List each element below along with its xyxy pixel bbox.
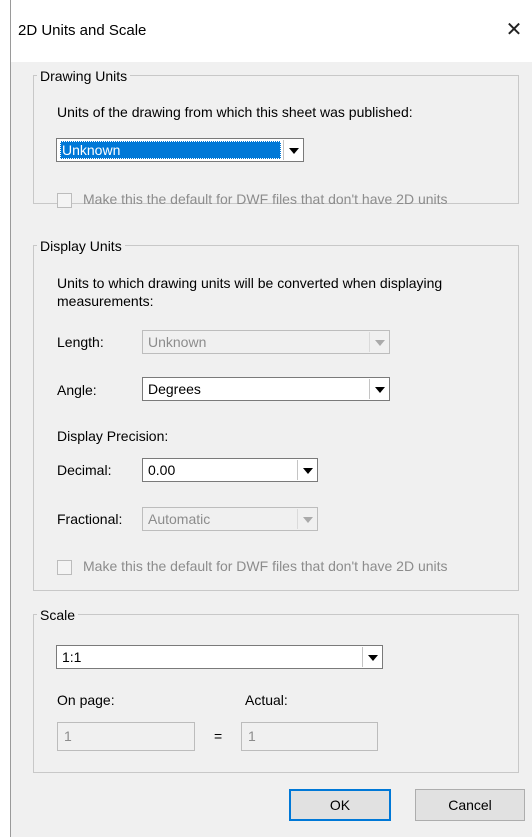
- drawing-units-select[interactable]: Unknown: [56, 138, 304, 162]
- cancel-button[interactable]: Cancel: [415, 789, 525, 821]
- decimal-select-value: 0.00: [148, 462, 176, 478]
- drawing-units-default-label: Make this the default for DWF files that…: [83, 191, 448, 207]
- length-select: Unknown: [142, 330, 390, 354]
- angle-select[interactable]: Degrees: [142, 377, 390, 401]
- display-units-default-label: Make this the default for DWF files that…: [83, 558, 448, 574]
- chevron-down-icon: [369, 332, 388, 352]
- drawing-units-legend: Drawing Units: [37, 67, 131, 85]
- close-icon[interactable]: ✕: [496, 12, 532, 48]
- scale-select-value: 1:1: [62, 649, 82, 665]
- on-page-field: 1: [57, 722, 195, 751]
- fractional-select-value: Automatic: [148, 511, 211, 527]
- fractional-label: Fractional:: [57, 511, 123, 527]
- decimal-label: Decimal:: [57, 462, 112, 478]
- chevron-down-icon[interactable]: [362, 647, 381, 667]
- actual-value: 1: [248, 728, 256, 744]
- length-label: Length:: [57, 334, 104, 350]
- drawing-units-default-checkbox[interactable]: [57, 193, 72, 208]
- fractional-select: Automatic: [142, 507, 318, 531]
- chevron-down-icon[interactable]: [297, 460, 316, 480]
- angle-select-value: Degrees: [148, 381, 201, 397]
- chevron-down-icon[interactable]: [369, 379, 388, 399]
- scale-ratio-select[interactable]: 1:1: [56, 645, 383, 669]
- actual-label: Actual:: [245, 692, 288, 708]
- display-units-prompt: Units to which drawing units will be con…: [57, 275, 443, 309]
- dialog-title: 2D Units and Scale: [18, 22, 147, 39]
- display-precision-label: Display Precision:: [57, 428, 169, 444]
- scale-legend: Scale: [37, 606, 79, 624]
- drawing-units-select-value: Unknown: [60, 141, 281, 159]
- on-page-value: 1: [64, 728, 72, 744]
- equals-sign: =: [214, 728, 223, 744]
- title-bar: 2D Units and Scale ✕: [11, 0, 532, 62]
- length-select-value: Unknown: [148, 334, 207, 350]
- chevron-down-icon: [297, 509, 316, 529]
- drawing-units-prompt: Units of the drawing from which this she…: [57, 104, 413, 120]
- decimal-select[interactable]: 0.00: [142, 458, 318, 482]
- on-page-label: On page:: [57, 692, 115, 708]
- background-window-edge: [0, 0, 11, 837]
- ok-button[interactable]: OK: [289, 789, 391, 821]
- display-units-default-checkbox[interactable]: [57, 560, 72, 575]
- units-scale-dialog: 2D Units and Scale ✕ Drawing Units Units…: [0, 0, 532, 837]
- chevron-down-icon[interactable]: [283, 140, 302, 160]
- display-units-legend: Display Units: [37, 237, 125, 255]
- actual-field: 1: [241, 722, 378, 751]
- angle-label: Angle:: [57, 382, 97, 398]
